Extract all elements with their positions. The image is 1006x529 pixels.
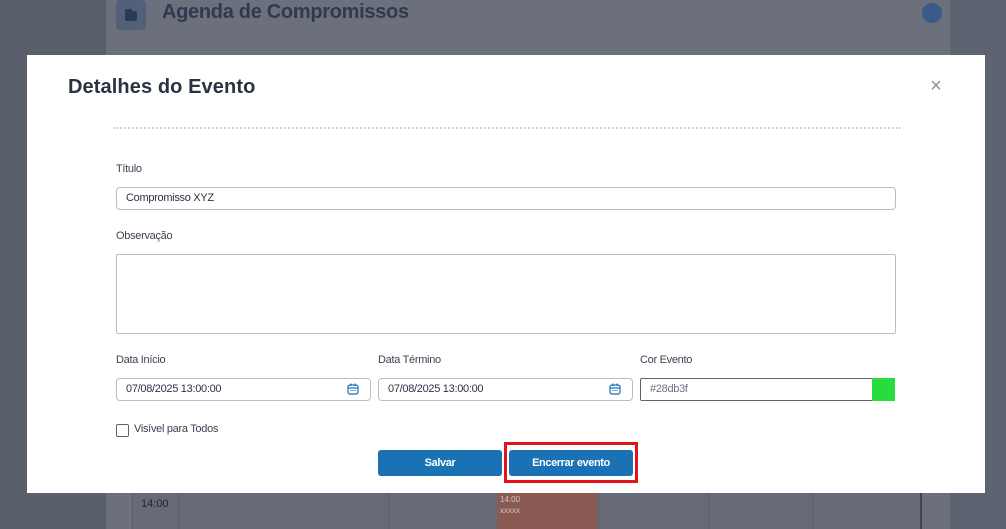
visible-to-all-label: Visível para Todos xyxy=(134,423,219,435)
background-event-text: 14:00 xxxxx xyxy=(500,494,520,516)
end-date-input[interactable]: 07/08/2025 13:00:00 xyxy=(378,378,633,401)
header-divider xyxy=(113,127,901,129)
background-time-label: 14:00 xyxy=(141,498,169,510)
title-label: Título xyxy=(116,163,142,175)
start-date-input[interactable]: 07/08/2025 13:00:00 xyxy=(116,378,371,401)
save-button[interactable]: Salvar xyxy=(378,450,502,476)
event-details-modal: Detalhes do Evento × Título Compromisso … xyxy=(27,55,985,493)
calendar-column-divider xyxy=(388,492,389,529)
background-scroll-edge xyxy=(920,492,922,529)
background-page-title: Agenda de Compromissos xyxy=(162,1,409,23)
background-event-time: 14:00 xyxy=(500,495,521,504)
highlight-annotation xyxy=(504,442,638,483)
agenda-icon xyxy=(116,0,146,30)
color-swatch[interactable] xyxy=(872,378,895,401)
title-input[interactable]: Compromisso XYZ xyxy=(116,187,896,210)
calendar-column-divider xyxy=(812,492,813,529)
background-event-title: xxxxx xyxy=(500,506,520,515)
color-input[interactable]: #28db3f xyxy=(640,378,895,401)
start-date-label: Data Início xyxy=(116,354,166,366)
calendar-column-divider xyxy=(708,492,709,529)
color-label: Cor Evento xyxy=(640,354,693,366)
observation-textarea[interactable] xyxy=(116,254,896,334)
modal-title: Detalhes do Evento xyxy=(68,76,256,98)
observation-label: Observação xyxy=(116,230,173,242)
calendar-column-divider xyxy=(598,492,599,529)
refresh-icon xyxy=(922,3,942,23)
background-header: Agenda de Compromissos xyxy=(106,0,950,40)
calendar-icon[interactable] xyxy=(609,383,621,395)
visible-to-all-checkbox[interactable] xyxy=(116,424,129,437)
close-icon[interactable]: × xyxy=(927,75,945,97)
end-date-label: Data Término xyxy=(378,354,441,366)
calendar-column-divider xyxy=(178,492,179,529)
calendar-icon[interactable] xyxy=(347,383,359,395)
